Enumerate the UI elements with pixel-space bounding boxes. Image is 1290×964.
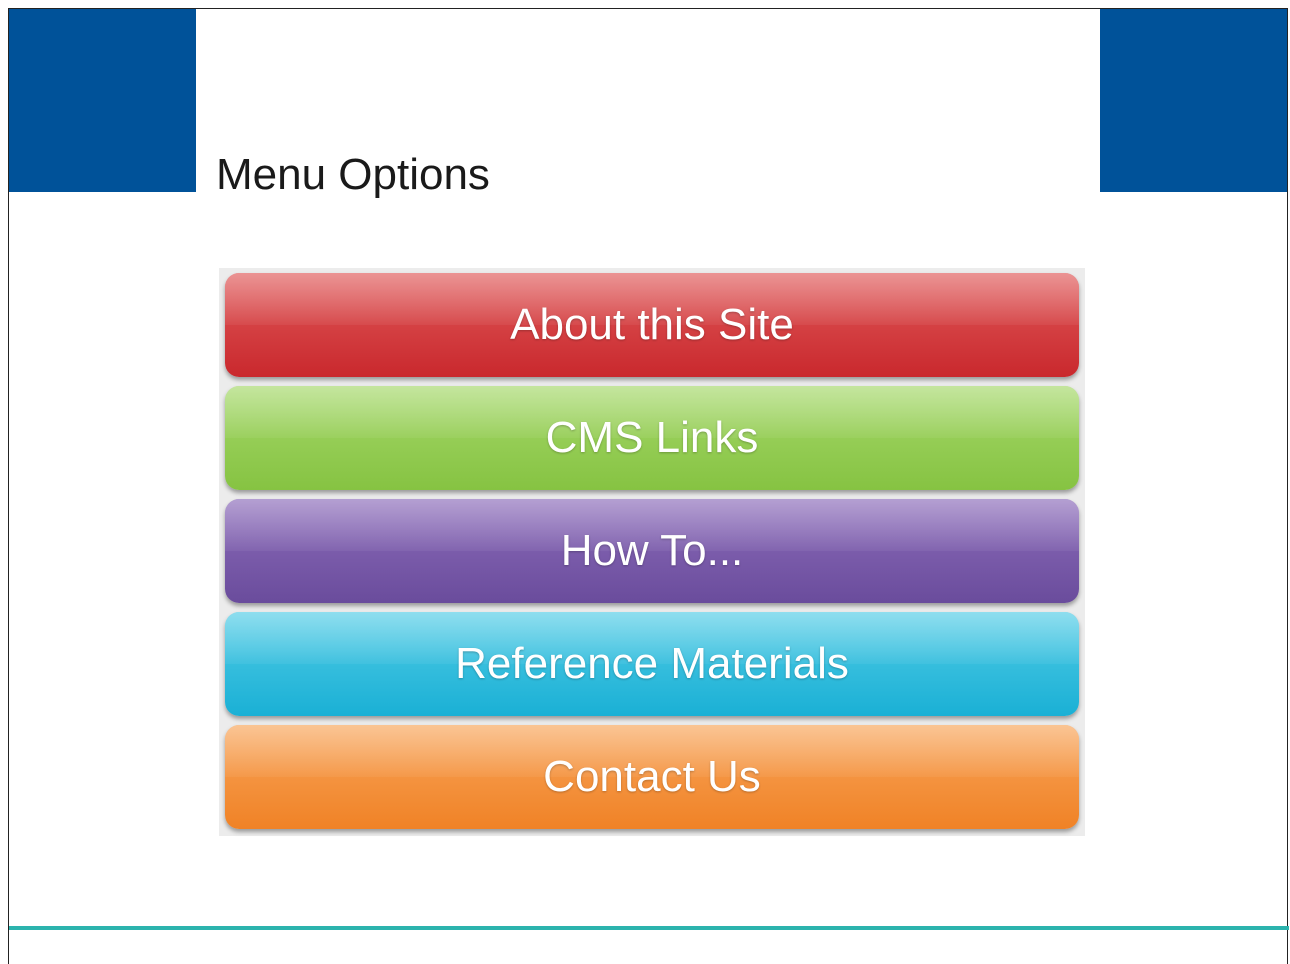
page-title: Menu Options <box>216 150 490 199</box>
menu-item-how-to[interactable]: How To... <box>225 499 1079 603</box>
menu-item-reference-materials[interactable]: Reference Materials <box>225 612 1079 716</box>
header-block-right <box>1100 9 1287 192</box>
menu-panel: About this Site CMS Links How To... Refe… <box>219 268 1085 836</box>
menu-item-contact-us[interactable]: Contact Us <box>225 725 1079 829</box>
header-block-left <box>9 9 196 192</box>
menu-item-label: Reference Materials <box>455 639 849 688</box>
menu-item-cms-links[interactable]: CMS Links <box>225 386 1079 490</box>
slide: Menu Options About this Site CMS Links H… <box>8 8 1289 964</box>
menu-item-about-this-site[interactable]: About this Site <box>225 273 1079 377</box>
bottom-divider <box>9 926 1289 930</box>
menu-item-label: CMS Links <box>545 413 759 462</box>
menu-item-label: How To... <box>560 526 744 575</box>
menu-item-label: Contact Us <box>543 752 761 801</box>
menu-item-label: About this Site <box>510 300 794 349</box>
